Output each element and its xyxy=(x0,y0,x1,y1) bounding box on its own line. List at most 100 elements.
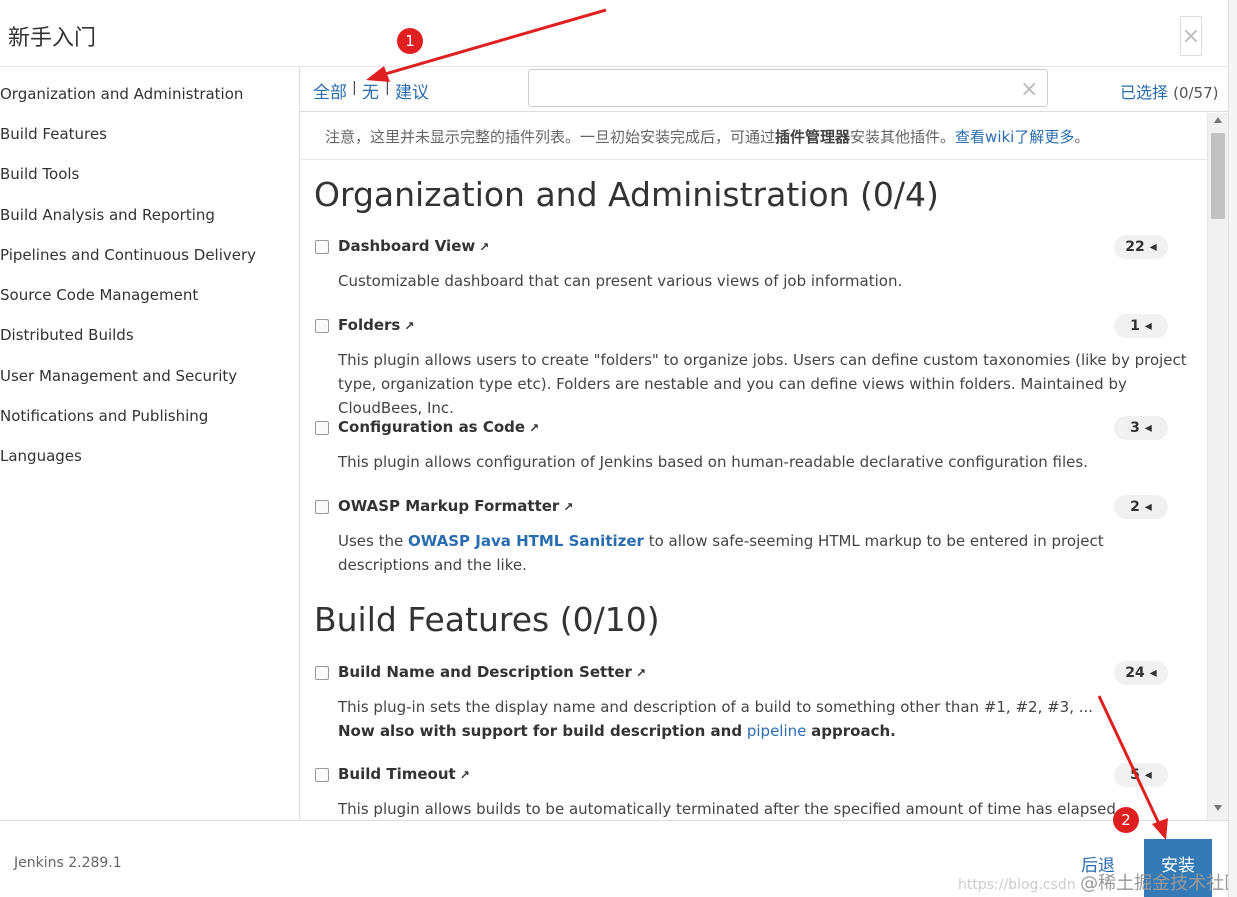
plugin-description: This plugin allows builds to be automati… xyxy=(338,800,1121,818)
sidebar-item-build-features[interactable]: Build Features xyxy=(0,125,107,143)
plugin-checkbox[interactable] xyxy=(315,768,329,782)
dependency-count: 1 xyxy=(1130,318,1140,334)
close-button[interactable]: × xyxy=(1180,16,1202,56)
external-link-icon: ↗ xyxy=(479,240,490,254)
plugin-checkbox[interactable] xyxy=(315,666,329,680)
plugin-description: Uses the OWASP Java HTML Sanitizer to al… xyxy=(338,529,1188,577)
owasp-sanitizer-link[interactable]: OWASP Java HTML Sanitizer xyxy=(408,532,644,550)
dependency-badge[interactable]: 2 ◂ xyxy=(1114,495,1168,519)
separator: | xyxy=(352,80,357,96)
dependency-count: 24 xyxy=(1125,665,1145,681)
dialog-footer: Jenkins 2.289.1 后退 安装 https://blog.csdn … xyxy=(0,820,1237,897)
window-edge xyxy=(1228,0,1237,897)
description-text: Uses the xyxy=(338,532,408,550)
external-link-icon: ↗ xyxy=(563,500,574,514)
jenkins-version: Jenkins 2.289.1 xyxy=(14,855,122,871)
annotation-marker-1: 1 xyxy=(397,28,423,54)
plugin-description: Customizable dashboard that can present … xyxy=(338,272,903,290)
scroll-thumb[interactable] xyxy=(1211,133,1225,219)
selected-label: 已选择 xyxy=(1120,83,1169,102)
plugin-checkbox[interactable] xyxy=(315,319,329,333)
plugin-checkbox[interactable] xyxy=(315,500,329,514)
sidebar-item-organization[interactable]: Organization and Administration xyxy=(0,85,243,103)
external-link-icon: ↗ xyxy=(529,421,540,435)
notice-banner: 注意，这里并未显示完整的插件列表。一旦初始安装完成后，可通过插件管理器安装其他插… xyxy=(301,113,1207,160)
plugin-manager-text: 插件管理器 xyxy=(775,128,851,146)
plugin-name-link[interactable]: Build Name and Description Setter ↗ xyxy=(338,663,646,681)
selected-count: (0/57) xyxy=(1173,84,1219,102)
plugin-name-link[interactable]: Folders ↗ xyxy=(338,316,414,334)
dependency-count: 5 xyxy=(1130,767,1140,783)
plugin-name: Configuration as Code xyxy=(338,418,526,436)
external-link-icon: ↗ xyxy=(459,768,470,782)
plugin-description: This plug-in sets the display name and d… xyxy=(338,695,1188,743)
sidebar-item-notifications[interactable]: Notifications and Publishing xyxy=(0,407,208,425)
sidebar-item-languages[interactable]: Languages xyxy=(0,447,82,465)
search-input[interactable] xyxy=(529,70,1047,106)
dependency-badge[interactable]: 22 ◂ xyxy=(1114,235,1168,259)
plugin-name: Build Timeout xyxy=(338,765,456,783)
section-title: Build Features (0/10) xyxy=(314,600,660,639)
sidebar-item-source-code[interactable]: Source Code Management xyxy=(0,286,198,304)
scrollbar[interactable] xyxy=(1207,113,1228,820)
plugin-checkbox[interactable] xyxy=(315,240,329,254)
select-all-link[interactable]: 全部 xyxy=(313,78,347,103)
watermark-brand: @稀土掘金技术社区 xyxy=(1080,873,1237,894)
watermark: https://blog.csdn @稀土掘金技术社区 xyxy=(958,869,1237,895)
caret-left-icon: ◂ xyxy=(1144,767,1152,783)
caret-left-icon: ◂ xyxy=(1144,420,1152,436)
caret-left-icon: ◂ xyxy=(1144,318,1152,334)
plugin-name-link[interactable]: Dashboard View ↗ xyxy=(338,237,489,255)
notice-text: 注意，这里并未显示完整的插件列表。一旦初始安装完成后，可通过 xyxy=(325,128,776,146)
sidebar-item-build-tools[interactable]: Build Tools xyxy=(0,165,79,183)
plugin-checkbox[interactable] xyxy=(315,421,329,435)
dependency-badge[interactable]: 24 ◂ xyxy=(1114,661,1168,685)
dialog-title: 新手入门 xyxy=(8,26,97,51)
plugin-list: 注意，这里并未显示完整的插件列表。一旦初始安装完成后，可通过插件管理器安装其他插… xyxy=(301,113,1207,820)
dependency-badge[interactable]: 1 ◂ xyxy=(1114,314,1168,338)
dependency-badge[interactable]: 3 ◂ xyxy=(1114,416,1168,440)
wiki-link[interactable]: 查看wiki了解更多 xyxy=(955,128,1074,146)
caret-left-icon: ◂ xyxy=(1144,499,1152,515)
notice-text: 安装其他插件。 xyxy=(850,128,956,146)
caret-left-icon: ◂ xyxy=(1149,239,1157,255)
dependency-count: 22 xyxy=(1125,239,1145,255)
section-title: Organization and Administration (0/4) xyxy=(314,175,939,214)
dependency-count: 2 xyxy=(1130,499,1140,515)
plugin-name: Dashboard View xyxy=(338,237,476,255)
description-bold: Now also with support for build descript… xyxy=(338,722,743,740)
search-box xyxy=(528,69,1048,107)
plugin-name-link[interactable]: Configuration as Code ↗ xyxy=(338,418,539,436)
category-sidebar: Organization and Administration Build Fe… xyxy=(0,67,300,820)
clear-search-icon[interactable]: × xyxy=(1020,79,1038,101)
separator: | xyxy=(385,80,390,96)
sidebar-item-distributed-builds[interactable]: Distributed Builds xyxy=(0,326,134,344)
selected-count-link[interactable]: 已选择 (0/57) xyxy=(1120,79,1219,103)
dependency-count: 3 xyxy=(1130,420,1140,436)
dialog-header: 新手入门 × xyxy=(0,0,1228,67)
selection-toolbar: 全部 | 无 | 建议 × 已选择 (0/57) xyxy=(300,67,1228,112)
external-link-icon: ↗ xyxy=(404,319,415,333)
sidebar-item-user-management[interactable]: User Management and Security xyxy=(0,367,237,385)
plugin-description: This plugin allows users to create "fold… xyxy=(338,351,1187,417)
scroll-down-arrow-icon[interactable] xyxy=(1214,805,1222,811)
scroll-up-arrow-icon[interactable] xyxy=(1214,117,1222,123)
plugin-name-link[interactable]: OWASP Markup Formatter ↗ xyxy=(338,497,573,515)
annotation-marker-2: 2 xyxy=(1113,807,1139,833)
sidebar-item-pipelines[interactable]: Pipelines and Continuous Delivery xyxy=(0,246,256,264)
select-none-link[interactable]: 无 xyxy=(362,78,379,103)
watermark-url: https://blog.csdn xyxy=(958,877,1076,893)
dependency-badge[interactable]: 5 ◂ xyxy=(1114,763,1168,787)
plugin-description: This plugin allows configuration of Jenk… xyxy=(338,453,1088,471)
notice-text: 。 xyxy=(1074,128,1090,146)
plugin-name-link[interactable]: Build Timeout ↗ xyxy=(338,765,470,783)
plugin-name: Build Name and Description Setter xyxy=(338,663,632,681)
sidebar-item-build-analysis[interactable]: Build Analysis and Reporting xyxy=(0,206,215,224)
pipeline-link[interactable]: pipeline xyxy=(747,722,807,740)
plugin-name: Folders xyxy=(338,316,401,334)
caret-left-icon: ◂ xyxy=(1149,665,1157,681)
plugin-name: OWASP Markup Formatter xyxy=(338,497,560,515)
select-suggested-link[interactable]: 建议 xyxy=(395,78,429,103)
description-text: This plug-in sets the display name and d… xyxy=(338,698,1094,716)
description-bold: approach. xyxy=(811,722,896,740)
